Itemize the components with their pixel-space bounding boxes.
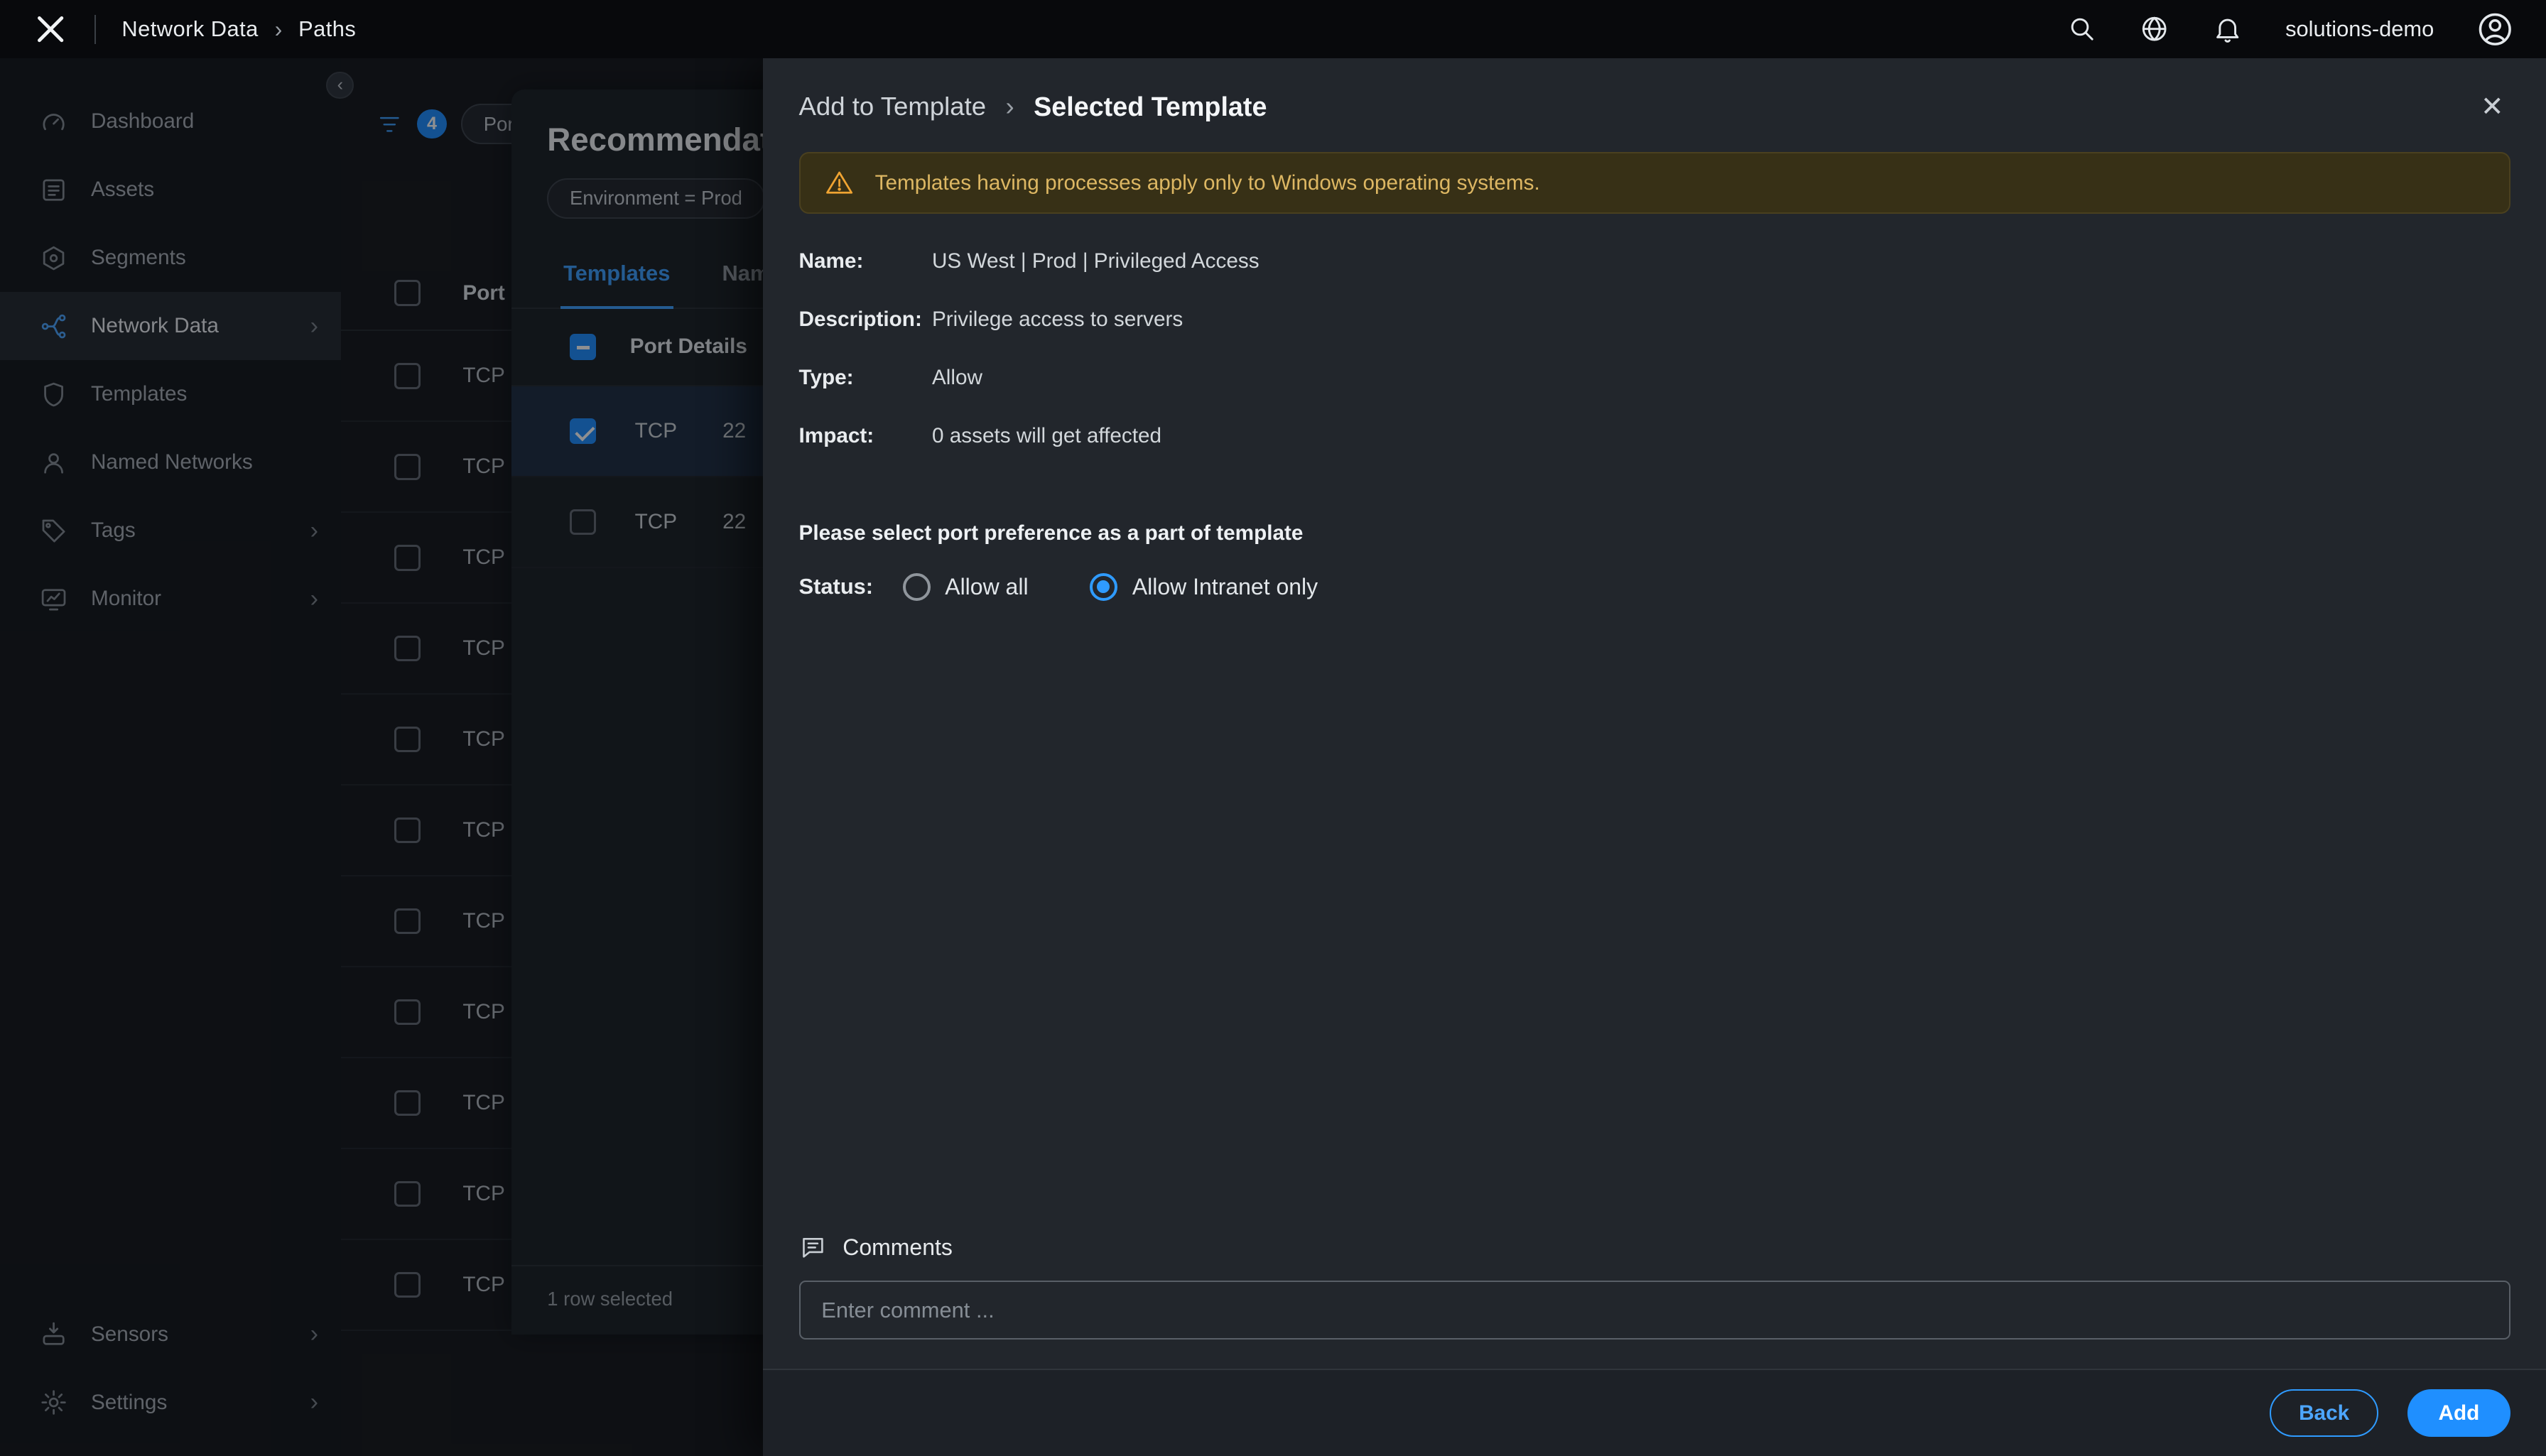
warning-text: Templates having processes apply only to… [875, 171, 1540, 195]
warning-triangle-icon [825, 168, 854, 197]
drawer-breadcrumb-selected-template: Selected Template [1034, 92, 1267, 122]
comments-label: Comments [843, 1234, 953, 1261]
back-button[interactable]: Back [2270, 1389, 2378, 1436]
field-value: Allow [932, 366, 982, 390]
topbar-actions: solutions-demo [2066, 11, 2514, 48]
stage: Dashboard Assets Segments Network Data ›… [0, 58, 2546, 1456]
port-preference-heading: Please select port preference as a part … [763, 482, 2546, 545]
field-label: Type: [799, 366, 932, 390]
radio-selected-icon[interactable] [1090, 573, 1117, 601]
xshield-logo-icon [33, 11, 68, 47]
spacer [763, 601, 2546, 1234]
field-value: Privilege access to servers [932, 308, 1183, 332]
field-label: Description: [799, 308, 932, 332]
field-type: Type: Allow [799, 366, 2510, 390]
breadcrumb-network-data[interactable]: Network Data [121, 16, 258, 42]
comment-icon [799, 1234, 827, 1261]
comments-section-header: Comments [763, 1234, 2546, 1281]
radio-option-allow-intranet-only[interactable]: Allow Intranet only [1090, 573, 1318, 601]
add-button[interactable]: Add [2407, 1389, 2510, 1436]
app-window: Network Data › Paths solutions-demo Dash… [0, 0, 2546, 1456]
globe-icon[interactable] [2139, 13, 2169, 44]
field-impact: Impact: 0 assets will get affected [799, 424, 2510, 448]
chevron-right-icon: › [275, 16, 283, 43]
field-label: Impact: [799, 424, 932, 448]
topbar: Network Data › Paths solutions-demo [0, 0, 2546, 58]
status-label: Status: [799, 574, 903, 599]
status-radio-group: Status: Allow all Allow Intranet only [763, 545, 2546, 601]
search-icon[interactable] [2066, 13, 2097, 44]
template-fields: Name: US West | Prod | Privileged Access… [763, 214, 2546, 482]
topbar-divider [94, 15, 96, 44]
field-value: 0 assets will get affected [932, 424, 1161, 448]
user-avatar-icon[interactable] [2476, 11, 2514, 48]
comment-input[interactable] [799, 1281, 2510, 1339]
radio-option-allow-all[interactable]: Allow all [903, 573, 1029, 601]
notifications-bell-icon[interactable] [2212, 13, 2243, 44]
username[interactable]: solutions-demo [2285, 16, 2434, 42]
drawer-footer: Back Add [763, 1369, 2546, 1456]
add-to-template-drawer: Add to Template › Selected Template ✕ Te… [763, 58, 2546, 1456]
field-value: US West | Prod | Privileged Access [932, 249, 1260, 273]
radio-label: Allow all [945, 574, 1028, 600]
field-name: Name: US West | Prod | Privileged Access [799, 249, 2510, 273]
warning-banner: Templates having processes apply only to… [799, 152, 2510, 214]
breadcrumb-paths: Paths [298, 16, 356, 42]
radio-label: Allow Intranet only [1132, 574, 1318, 600]
drawer-breadcrumb-add-to-template[interactable]: Add to Template [799, 92, 987, 121]
field-label: Name: [799, 249, 932, 273]
radio-unselected-icon[interactable] [903, 573, 931, 601]
chevron-right-icon: › [1006, 92, 1014, 121]
close-icon[interactable]: ✕ [2481, 91, 2504, 123]
drawer-header: Add to Template › Selected Template ✕ [763, 58, 2546, 148]
field-description: Description: Privilege access to servers [799, 308, 2510, 332]
